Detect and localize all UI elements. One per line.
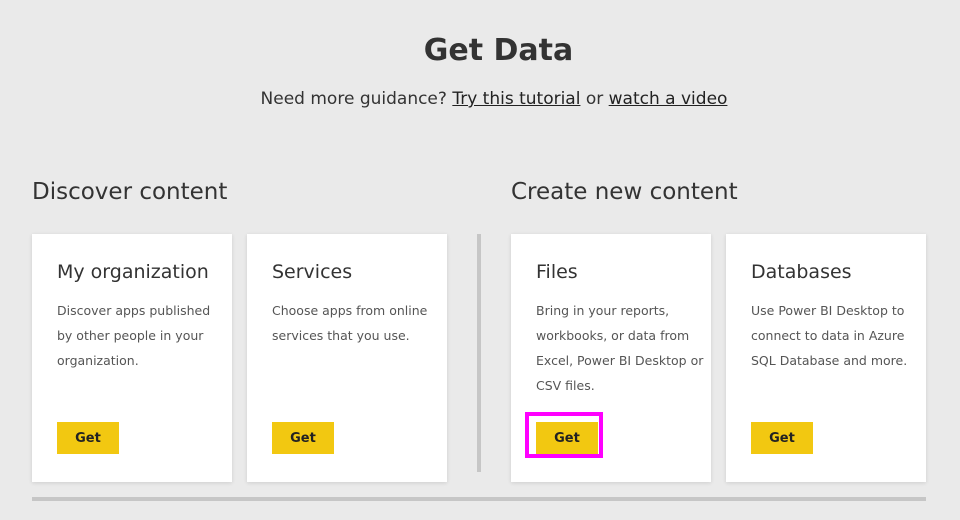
card-files: Files Bring in your reports, workbooks, … <box>511 234 711 482</box>
create-new-content-heading: Create new content <box>511 179 738 205</box>
card-description: Bring in your reports, workbooks, or dat… <box>536 303 704 393</box>
guidance-or-text: or <box>585 89 604 109</box>
card-title: Databases <box>751 261 852 283</box>
get-files-button[interactable]: Get <box>536 422 598 454</box>
card-services: Services Choose apps from online service… <box>247 234 447 482</box>
card-my-organization: My organization Discover apps published … <box>32 234 232 482</box>
guidance-text: Need more guidance? <box>260 89 447 109</box>
card-databases: Databases Use Power BI Desktop to connec… <box>726 234 926 482</box>
card-title: Files <box>536 261 578 283</box>
video-link[interactable]: watch a video <box>609 89 728 109</box>
get-databases-button[interactable]: Get <box>751 422 813 454</box>
card-title: My organization <box>57 261 209 283</box>
bottom-divider <box>32 497 926 501</box>
card-description: Choose apps from online services that yo… <box>272 303 428 343</box>
card-description: Use Power BI Desktop to connect to data … <box>751 303 908 368</box>
page-title: Get Data <box>423 33 574 68</box>
tutorial-link[interactable]: Try this tutorial <box>452 89 580 109</box>
get-my-organization-button[interactable]: Get <box>57 422 119 454</box>
card-title: Services <box>272 261 353 283</box>
get-services-button[interactable]: Get <box>272 422 334 454</box>
discover-content-heading: Discover content <box>32 179 228 205</box>
guidance-line: Need more guidance? Try this tutorial or… <box>0 89 960 109</box>
card-description: Discover apps published by other people … <box>57 303 211 368</box>
section-divider <box>477 234 481 472</box>
